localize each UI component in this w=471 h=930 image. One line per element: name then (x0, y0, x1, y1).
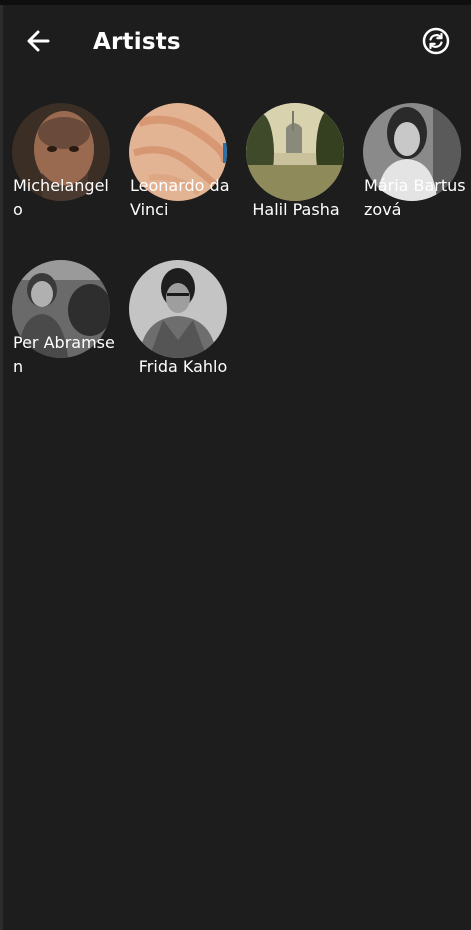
artist-name: Per Abramsen (13, 333, 115, 376)
back-button[interactable] (22, 25, 54, 57)
artist-card-maria-bartuszova[interactable]: Mária Bartuszová (363, 103, 471, 243)
artist-name: Michelangelo (13, 176, 109, 219)
artist-name: Halil Pasha (252, 200, 340, 219)
artist-avatar (129, 260, 227, 358)
app-header: Artists (0, 5, 471, 75)
artist-avatar (246, 103, 344, 201)
arrow-left-icon (27, 30, 50, 52)
artist-card-frida-kahlo[interactable]: Frida Kahlo (129, 260, 239, 400)
sync-icon (422, 27, 450, 55)
artist-name: Mária Bartuszová (364, 176, 466, 219)
page-title: Artists (93, 29, 181, 55)
artist-card-michelangelo[interactable]: Michelangelo (12, 103, 122, 243)
window-left-edge (0, 5, 3, 930)
artist-name: Leonardo da Vinci (130, 176, 230, 219)
artist-card-per-abramsen[interactable]: Per Abramsen (12, 260, 122, 400)
artist-card-leonardo-da-vinci[interactable]: Leonardo da Vinci (129, 103, 239, 243)
artist-name: Frida Kahlo (138, 357, 228, 376)
artist-card-halil-pasha[interactable]: Halil Pasha (246, 103, 356, 243)
sync-button[interactable] (420, 25, 452, 57)
